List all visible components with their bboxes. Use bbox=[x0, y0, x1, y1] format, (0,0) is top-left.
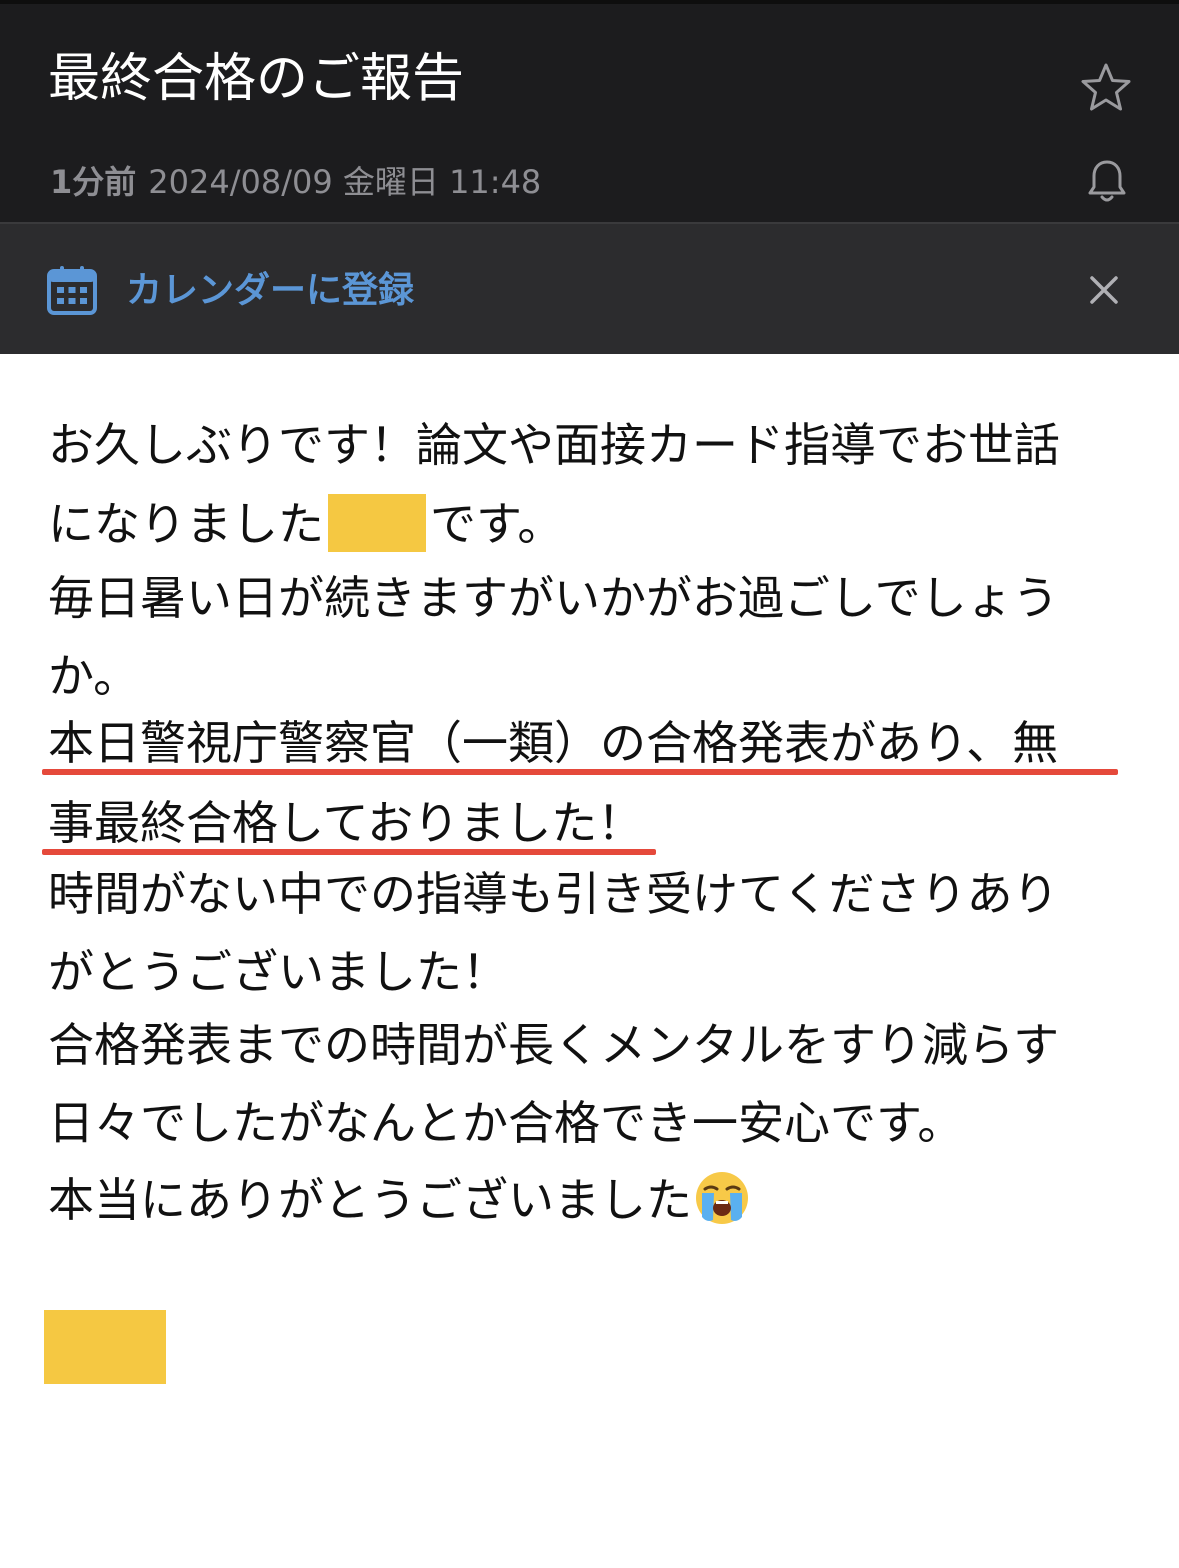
red-underline bbox=[42, 769, 1118, 775]
message-line: がとうございました！ bbox=[48, 945, 508, 999]
message-header: 最終合格のご報告 1分前 2024/08/09 金曜日 11:48 bbox=[0, 0, 1179, 222]
star-icon bbox=[1081, 63, 1131, 111]
message-line: になりました です。 bbox=[48, 494, 563, 552]
message-subject: 最終合格のご報告 bbox=[48, 49, 465, 109]
add-to-calendar-bar[interactable]: カレンダーに登録 bbox=[0, 222, 1179, 354]
bell-icon bbox=[1088, 160, 1126, 202]
relative-time: 1分前 bbox=[50, 163, 137, 201]
redacted-name bbox=[328, 494, 426, 552]
message-meta: 1分前 2024/08/09 金曜日 11:48 bbox=[50, 160, 541, 204]
star-button[interactable] bbox=[1078, 60, 1134, 116]
message-line: か。 bbox=[48, 649, 140, 703]
add-to-calendar-label[interactable]: カレンダーに登録 bbox=[126, 266, 414, 316]
close-icon bbox=[1090, 276, 1118, 304]
message-line-highlighted: 本日警視庁警察官（一類）の合格発表があり、無 bbox=[48, 716, 1059, 770]
close-calendar-bar-button[interactable] bbox=[1084, 270, 1124, 310]
message-line: 毎日暑い日が続きますがいかがお過ごしでしょう bbox=[48, 571, 1059, 625]
message-line: お久しぶりです！論文や面接カード指導でお世話 bbox=[48, 418, 1060, 472]
notification-button[interactable] bbox=[1082, 156, 1132, 206]
redacted-signature bbox=[44, 1310, 166, 1384]
message-line: 本当にありがとうございました bbox=[48, 1170, 750, 1228]
message-line: 時間がない中での指導も引き受けてくださりあり bbox=[48, 867, 1059, 921]
calendar-icon bbox=[46, 264, 98, 316]
message-datetime: 2024/08/09 金曜日 11:48 bbox=[148, 163, 542, 201]
message-line-highlighted: 事最終合格しておりました！ bbox=[48, 796, 644, 850]
message-line: 合格発表までの時間が長くメンタルをすり減らす bbox=[48, 1018, 1060, 1072]
message-line: 日々でしたがなんとか合格でき一安心です。 bbox=[48, 1096, 964, 1150]
crying-face-emoji bbox=[694, 1170, 750, 1226]
red-underline bbox=[42, 849, 656, 855]
